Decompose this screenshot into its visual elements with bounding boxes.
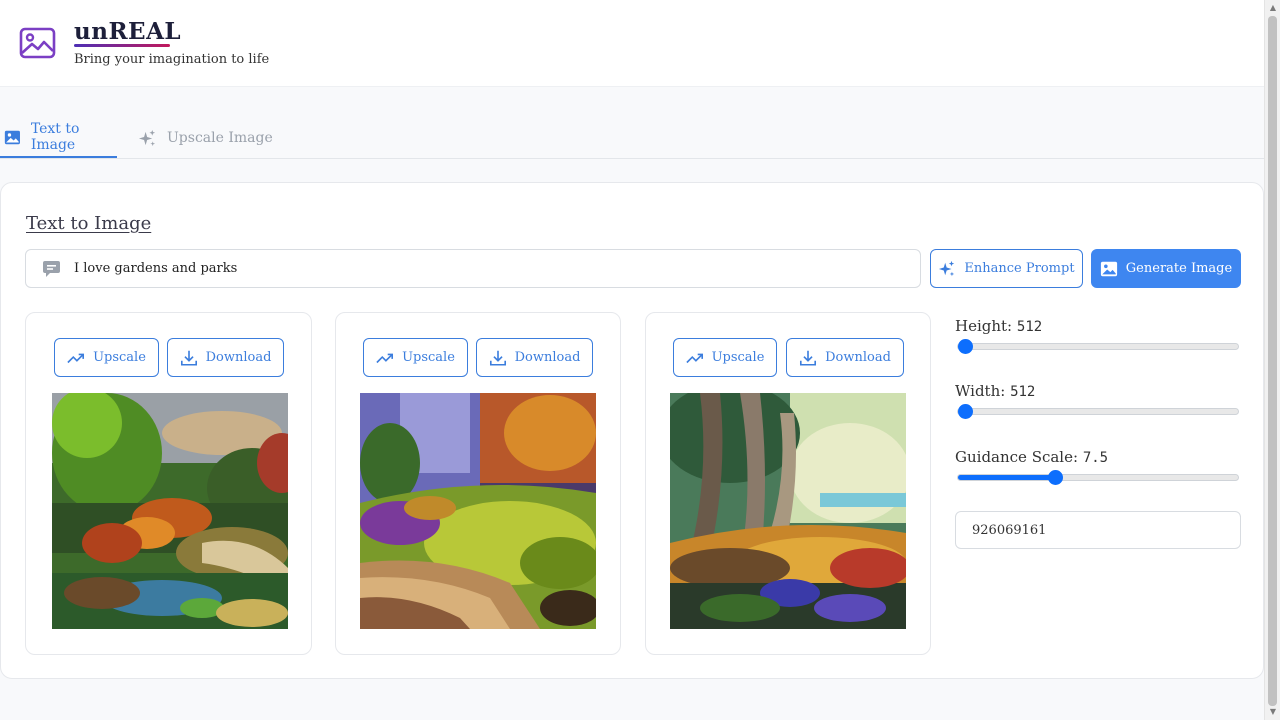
scroll-down-arrow-icon[interactable]: ▼ — [1265, 704, 1280, 720]
park-path-painting-image — [360, 393, 596, 629]
download-icon — [489, 350, 506, 366]
app-title: unREAL — [74, 18, 182, 45]
trending-up-icon — [376, 353, 394, 363]
generated-image[interactable] — [360, 393, 596, 629]
download-button[interactable]: Download — [786, 338, 904, 377]
result-card: Upscale Download — [645, 312, 931, 655]
generate-image-button[interactable]: Generate Image — [1091, 249, 1241, 288]
chat-icon — [43, 261, 60, 277]
result-card: Upscale Download — [335, 312, 621, 655]
button-label: Download — [825, 350, 891, 365]
width-label-text: Width: — [955, 382, 1006, 400]
guidance-scale-slider[interactable] — [957, 470, 1239, 485]
guidance-label-text: Guidance Scale: — [955, 448, 1079, 466]
download-icon — [180, 350, 197, 366]
upscale-button[interactable]: Upscale — [54, 338, 159, 377]
download-button[interactable]: Download — [167, 338, 284, 377]
forest-path-painting-image — [670, 393, 906, 629]
scroll-up-arrow-icon[interactable]: ▲ — [1265, 0, 1280, 16]
button-label: Enhance Prompt — [964, 261, 1075, 276]
text-to-image-panel: Text to Image Enhance Prompt Generate Im… — [0, 182, 1264, 679]
trending-up-icon — [67, 353, 85, 363]
sparkles-icon — [939, 260, 955, 276]
result-card: Upscale Download — [25, 312, 312, 655]
height-label: Height: 512 — [955, 317, 1042, 335]
width-label: Width: 512 — [955, 382, 1035, 400]
button-label: Upscale — [711, 350, 765, 365]
section-title: Text to Image — [26, 213, 152, 234]
garden-painting-image — [52, 393, 288, 629]
prompt-input[interactable] — [74, 251, 904, 286]
tab-label: Upscale Image — [167, 130, 273, 146]
button-label: Download — [514, 350, 581, 365]
guidance-slider-fill — [958, 475, 1056, 480]
width-slider[interactable] — [957, 404, 1239, 419]
button-label: Generate Image — [1125, 261, 1233, 276]
scrollbar-thumb[interactable] — [1268, 16, 1277, 706]
generated-image[interactable] — [52, 393, 288, 629]
page-scrollbar[interactable]: ▲ ▼ — [1264, 0, 1280, 720]
tab-label: Text to Image — [30, 121, 80, 153]
width-slider-thumb[interactable] — [958, 404, 973, 419]
guidance-value: 7.5 — [1082, 450, 1109, 466]
height-label-text: Height: — [955, 317, 1013, 335]
logo-image-icon — [19, 27, 56, 59]
height-slider-thumb[interactable] — [958, 339, 973, 354]
guidance-slider-thumb[interactable] — [1048, 470, 1064, 485]
upscale-button[interactable]: Upscale — [673, 338, 777, 377]
enhance-prompt-button[interactable]: Enhance Prompt — [930, 249, 1083, 288]
app-subtitle: Bring your imagination to life — [74, 52, 270, 67]
width-value: 512 — [1010, 384, 1036, 400]
generated-image[interactable] — [670, 393, 906, 629]
tab-upscale-image[interactable]: Upscale Image — [138, 118, 273, 158]
button-label: Download — [205, 350, 272, 365]
prompt-field[interactable] — [25, 249, 921, 288]
title-underline — [74, 44, 170, 47]
tab-text-to-image[interactable]: Text to Image — [0, 118, 117, 158]
image-icon — [1100, 261, 1117, 276]
seed-input[interactable] — [955, 511, 1241, 549]
upscale-button[interactable]: Upscale — [363, 338, 468, 377]
sparkles-icon — [138, 129, 156, 146]
download-button[interactable]: Download — [476, 338, 593, 377]
button-label: Upscale — [402, 350, 455, 365]
image-icon — [4, 130, 20, 144]
app-header: unREAL Bring your imagination to life — [0, 0, 1264, 87]
trending-up-icon — [685, 353, 703, 363]
button-label: Upscale — [93, 350, 146, 365]
download-icon — [800, 350, 817, 366]
guidance-scale-label: Guidance Scale: 7.5 — [955, 448, 1108, 466]
height-value: 512 — [1016, 319, 1043, 335]
tab-bar: Text to Image Upscale Image — [0, 118, 1264, 159]
height-slider[interactable] — [957, 339, 1239, 354]
